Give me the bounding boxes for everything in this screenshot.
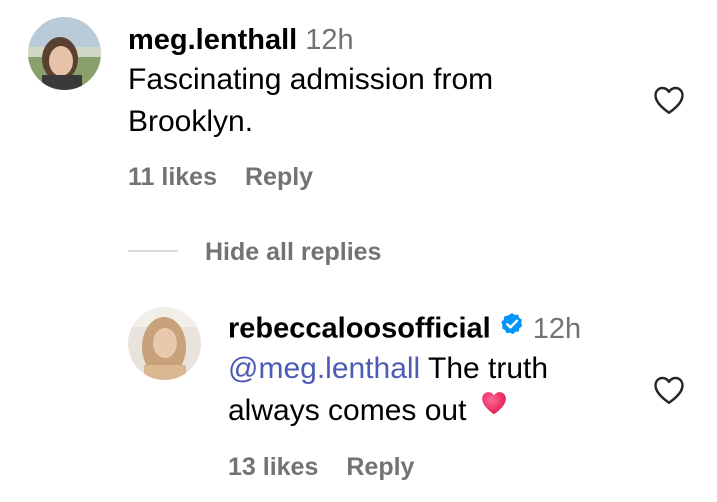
reply-text-line-2-text: always comes out bbox=[228, 394, 467, 427]
comment-meta: 11 likes Reply bbox=[128, 165, 313, 190]
reply-like-button[interactable] bbox=[650, 372, 688, 408]
reply-username[interactable]: rebeccaloosofficial 12h bbox=[228, 311, 582, 346]
reply-meta: 13 likes Reply bbox=[228, 455, 414, 480]
avatar[interactable] bbox=[28, 17, 101, 90]
verified-badge-icon bbox=[499, 311, 525, 343]
replies-divider bbox=[128, 250, 178, 252]
comment-timestamp: 12h bbox=[305, 24, 354, 56]
comment-likes-count[interactable]: 11 likes bbox=[128, 163, 217, 191]
comment-text: Fascinating admission from Brooklyn. bbox=[128, 59, 628, 143]
comment-reply-button[interactable]: Reply bbox=[245, 163, 313, 191]
reply-text: @meg.lenthall The truth always comes out bbox=[228, 348, 648, 433]
reply-text-line-1: @meg.lenthall The truth bbox=[228, 348, 648, 390]
reply-likes-count[interactable]: 13 likes bbox=[228, 453, 318, 481]
reply-username-text[interactable]: rebeccaloosofficial bbox=[228, 313, 491, 345]
reply-avatar[interactable] bbox=[128, 307, 201, 380]
hide-replies-button[interactable]: Hide all replies bbox=[205, 240, 381, 265]
reply-text-line-2: always comes out bbox=[228, 390, 648, 433]
heart-outline-icon bbox=[654, 86, 684, 114]
reply-text-line-1-rest: The truth bbox=[420, 352, 549, 385]
like-button[interactable] bbox=[650, 82, 688, 118]
comment-username-text[interactable]: meg.lenthall bbox=[128, 24, 297, 56]
mention-link[interactable]: @meg.lenthall bbox=[228, 352, 420, 385]
comment-username[interactable]: meg.lenthall 12h bbox=[128, 26, 354, 55]
red-heart-emoji bbox=[478, 388, 510, 430]
reply-timestamp: 12h bbox=[532, 312, 582, 345]
comment-text-line-1: Fascinating admission from bbox=[128, 63, 494, 96]
reply-reply-button[interactable]: Reply bbox=[346, 453, 414, 481]
comment-text-line-2: Brooklyn. bbox=[128, 105, 254, 138]
heart-outline-icon bbox=[654, 376, 684, 404]
